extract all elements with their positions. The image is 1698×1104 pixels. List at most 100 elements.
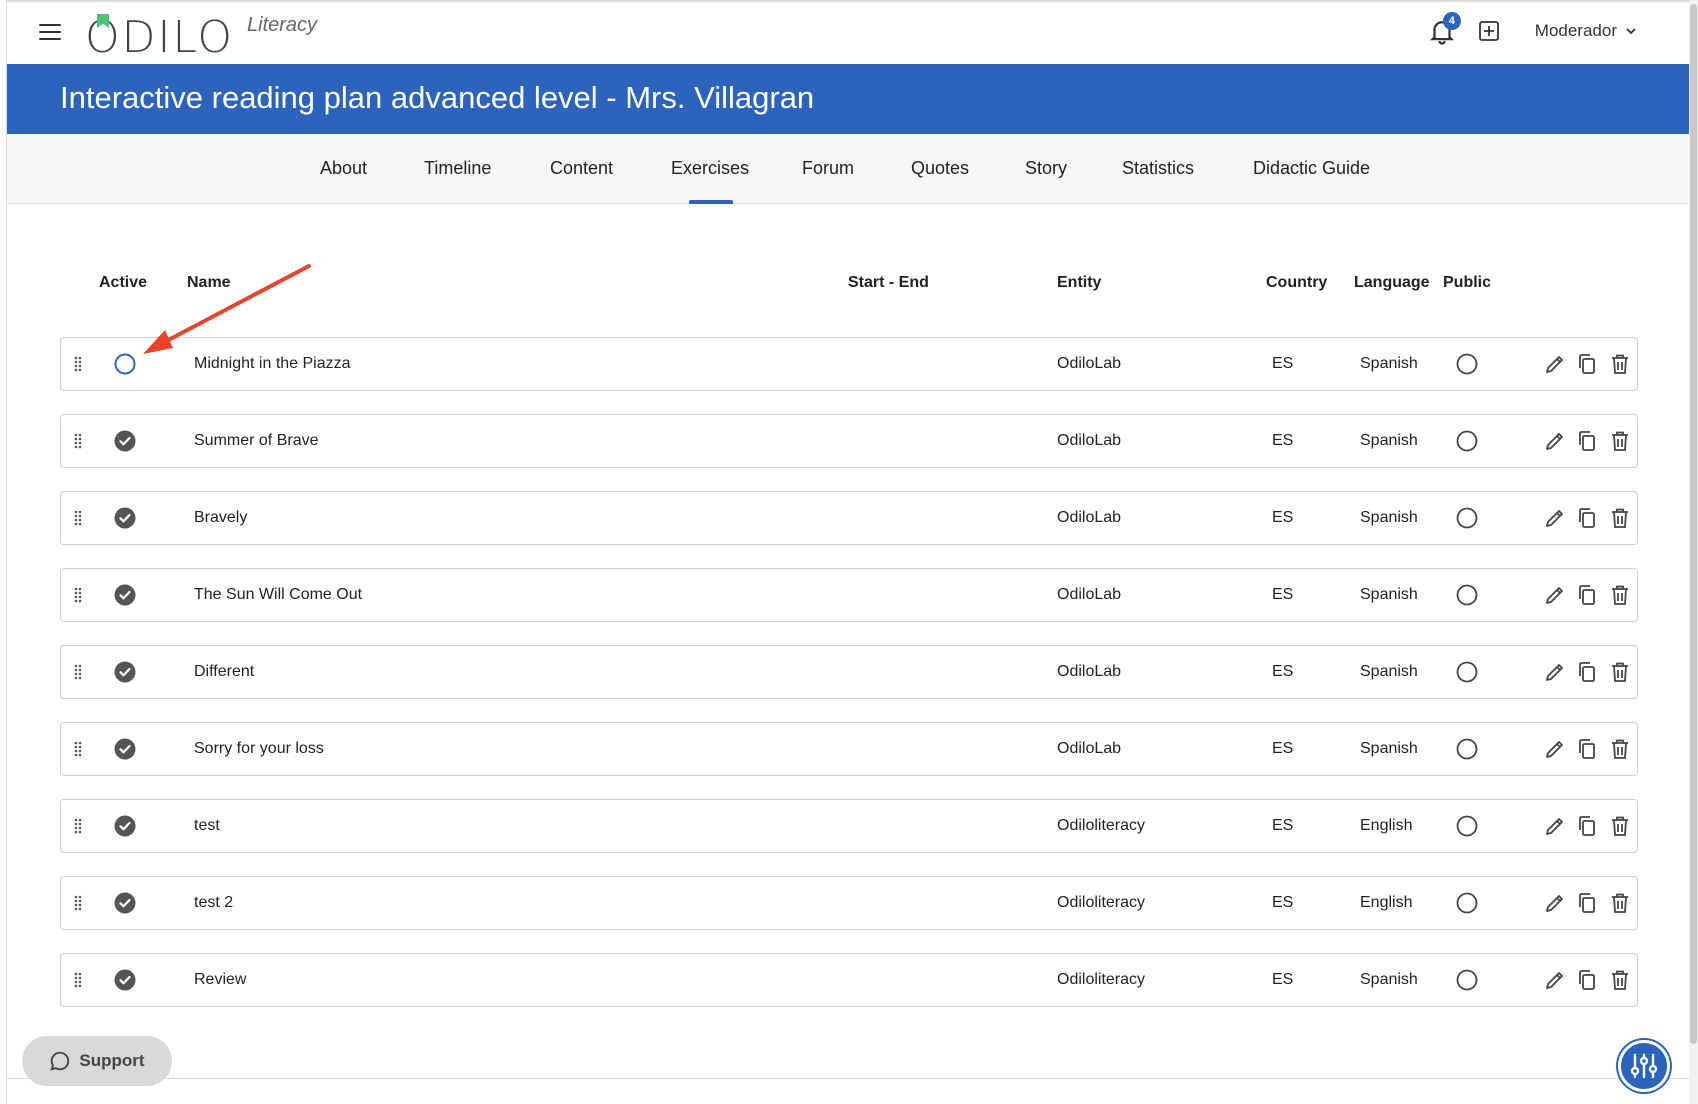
trash-icon[interactable] (1608, 583, 1632, 607)
header-start-end: Start - End (848, 274, 929, 291)
trash-icon[interactable] (1608, 660, 1632, 684)
row-name: test 2 (194, 894, 234, 911)
duplicate-icon[interactable] (1575, 429, 1599, 453)
accessibility-settings-button[interactable] (1618, 1040, 1670, 1092)
hamburger-menu-icon[interactable] (39, 24, 61, 42)
drag-handle-icon[interactable] (73, 586, 83, 604)
chat-bubble-icon (50, 1051, 70, 1071)
active-check-icon[interactable] (114, 584, 136, 606)
trash-icon[interactable] (1608, 429, 1632, 453)
row-language: Spanish (1360, 509, 1418, 526)
header-country: Country (1266, 274, 1328, 291)
tab-exercises[interactable]: Exercises (671, 158, 749, 179)
tab-story[interactable]: Story (1025, 158, 1067, 179)
edit-pencil-icon[interactable] (1543, 968, 1567, 992)
drag-handle-icon[interactable] (73, 509, 83, 527)
row-entity: OdiloLab (1057, 432, 1122, 449)
edit-pencil-icon[interactable] (1543, 506, 1567, 530)
trash-icon[interactable] (1608, 737, 1632, 761)
public-radio-icon[interactable] (1456, 892, 1478, 914)
notifications-button[interactable]: 4 (1427, 12, 1461, 46)
active-check-icon[interactable] (114, 892, 136, 914)
public-radio-icon[interactable] (1456, 815, 1478, 837)
edit-pencil-icon[interactable] (1543, 660, 1567, 684)
public-radio-icon[interactable] (1456, 969, 1478, 991)
row-name: Midnight in the Piazza (194, 355, 351, 372)
trash-icon[interactable] (1608, 352, 1632, 376)
drag-handle-icon[interactable] (73, 817, 83, 835)
row-language: Spanish (1360, 740, 1418, 757)
trash-icon[interactable] (1608, 506, 1632, 530)
table-row[interactable]: Bravely OdiloLab ES Spanish (60, 491, 1638, 545)
drag-handle-icon[interactable] (73, 663, 83, 681)
active-check-icon[interactable] (114, 430, 136, 452)
active-check-icon[interactable] (114, 661, 136, 683)
row-entity: OdiloLab (1057, 663, 1122, 680)
tab-forum[interactable]: Forum (802, 158, 854, 179)
public-radio-icon[interactable] (1456, 353, 1478, 375)
add-button[interactable] (1477, 19, 1501, 43)
trash-icon[interactable] (1608, 891, 1632, 915)
row-name: test (194, 817, 220, 834)
drag-handle-icon[interactable] (73, 355, 83, 373)
tab-about[interactable]: About (320, 158, 367, 179)
table-row[interactable]: test 2 Odiloliteracy ES English (60, 876, 1638, 930)
public-radio-icon[interactable] (1456, 584, 1478, 606)
duplicate-icon[interactable] (1575, 891, 1599, 915)
row-entity: OdiloLab (1057, 509, 1122, 526)
duplicate-icon[interactable] (1575, 660, 1599, 684)
edit-pencil-icon[interactable] (1543, 352, 1567, 376)
tab-quotes[interactable]: Quotes (911, 158, 969, 179)
user-menu[interactable]: Moderador (1535, 21, 1637, 41)
support-label: Support (79, 1051, 145, 1070)
duplicate-icon[interactable] (1575, 737, 1599, 761)
duplicate-icon[interactable] (1575, 968, 1599, 992)
drag-handle-icon[interactable] (73, 740, 83, 758)
edit-pencil-icon[interactable] (1543, 891, 1567, 915)
tab-didactic-guide[interactable]: Didactic Guide (1253, 158, 1370, 179)
scrollbar-thumb[interactable] (1690, 4, 1697, 1044)
add-box-icon (1478, 21, 1499, 41)
public-radio-icon[interactable] (1456, 430, 1478, 452)
table-row[interactable]: Summer of Brave OdiloLab ES Spanish (60, 414, 1638, 468)
duplicate-icon[interactable] (1575, 583, 1599, 607)
trash-icon[interactable] (1608, 814, 1632, 838)
tab-content[interactable]: Content (550, 158, 613, 179)
drag-handle-icon[interactable] (73, 971, 83, 989)
inactive-radio-icon[interactable] (114, 353, 136, 375)
user-menu-label: Moderador (1534, 21, 1617, 40)
duplicate-icon[interactable] (1575, 506, 1599, 530)
table-row[interactable]: Sorry for your loss OdiloLab ES Spanish (60, 722, 1638, 776)
row-entity: Odiloliteracy (1057, 894, 1146, 911)
table-row[interactable]: Different OdiloLab ES Spanish (60, 645, 1638, 699)
row-country: ES (1272, 509, 1294, 526)
header-name: Name (187, 274, 231, 291)
duplicate-icon[interactable] (1575, 352, 1599, 376)
public-radio-icon[interactable] (1456, 738, 1478, 760)
public-radio-icon[interactable] (1456, 507, 1478, 529)
edit-pencil-icon[interactable] (1543, 583, 1567, 607)
edit-pencil-icon[interactable] (1543, 737, 1567, 761)
table-row[interactable]: Review Odiloliteracy ES Spanish (60, 953, 1638, 1007)
public-radio-icon[interactable] (1456, 661, 1478, 683)
row-entity: Odiloliteracy (1057, 971, 1146, 988)
row-name: Different (194, 663, 255, 680)
tab-statistics[interactable]: Statistics (1122, 158, 1194, 179)
table-row[interactable]: The Sun Will Come Out OdiloLab ES Spanis… (60, 568, 1638, 622)
drag-handle-icon[interactable] (73, 432, 83, 450)
active-check-icon[interactable] (114, 507, 136, 529)
trash-icon[interactable] (1608, 968, 1632, 992)
support-button[interactable]: Support (22, 1036, 172, 1086)
edit-pencil-icon[interactable] (1543, 429, 1567, 453)
row-language: English (1360, 817, 1413, 834)
drag-handle-icon[interactable] (73, 894, 83, 912)
duplicate-icon[interactable] (1575, 814, 1599, 838)
table-row[interactable]: Midnight in the Piazza OdiloLab ES Spani… (60, 337, 1638, 391)
active-check-icon[interactable] (114, 969, 136, 991)
table-row[interactable]: test Odiloliteracy ES English (60, 799, 1638, 853)
row-language: Spanish (1360, 971, 1418, 988)
active-check-icon[interactable] (114, 815, 136, 837)
active-check-icon[interactable] (114, 738, 136, 760)
tab-timeline[interactable]: Timeline (424, 158, 491, 179)
edit-pencil-icon[interactable] (1543, 814, 1567, 838)
